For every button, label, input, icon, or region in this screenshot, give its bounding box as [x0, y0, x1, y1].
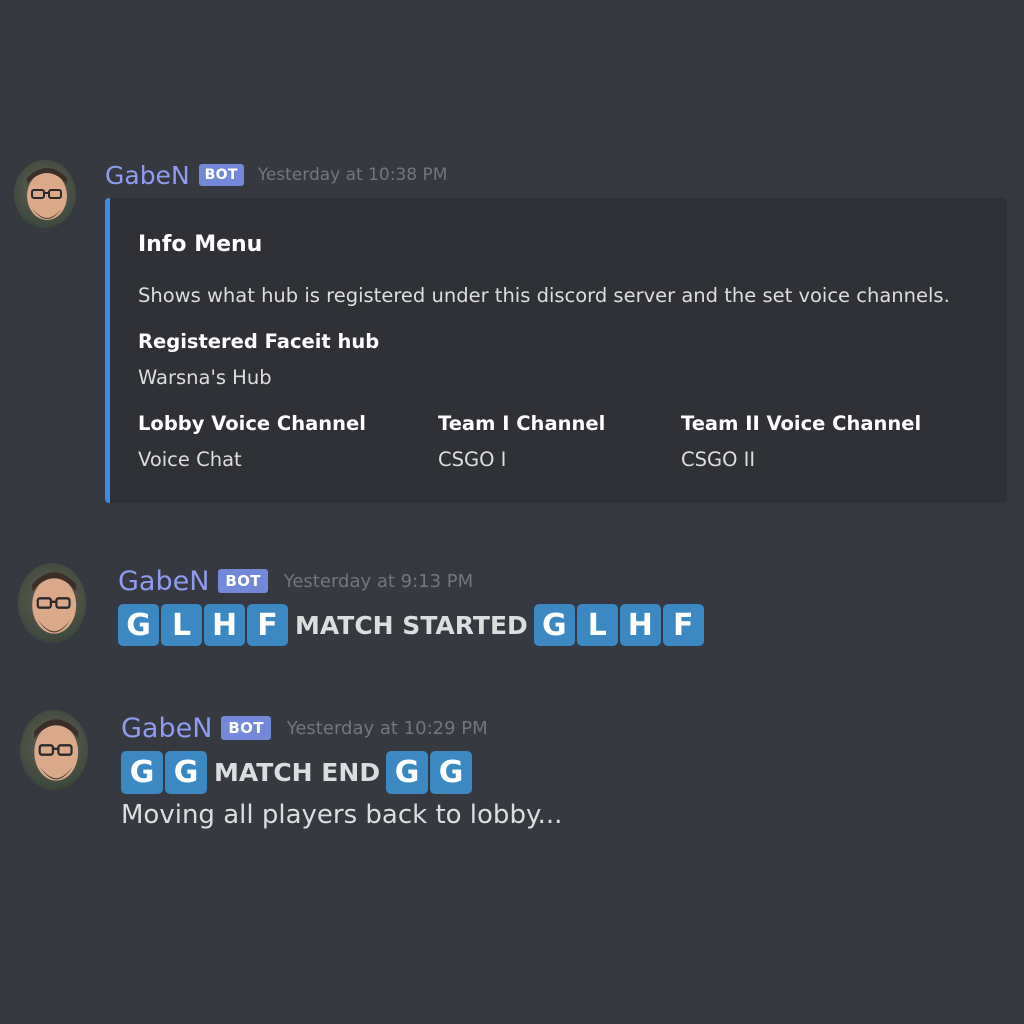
field-value-team-1: CSGO I [438, 448, 507, 471]
match-end-line: G G MATCH END G G [121, 750, 474, 794]
embed-title: Info Menu [138, 232, 263, 257]
avatar-face-icon [32, 572, 77, 634]
field-name-registered-hub: Registered Faceit hub [138, 330, 380, 353]
info-embed: Info Menu Shows what hub is registered u… [105, 198, 1007, 503]
username[interactable]: GabeN [105, 161, 190, 190]
user-avatar[interactable] [20, 710, 88, 790]
match-started-text: MATCH STARTED [295, 610, 528, 640]
bot-tag: BOT [218, 569, 268, 593]
regional-indicator-g-tile: G [121, 750, 163, 794]
regional-indicator-h-tile: H [619, 604, 661, 646]
timestamp: Yesterday at 9:13 PM [283, 570, 474, 592]
match-started-line: G L H F MATCH STARTED G L H F [118, 604, 706, 646]
avatar-face-icon [34, 719, 79, 781]
field-value-registered-hub: Warsna's Hub [138, 366, 272, 389]
field-name-team-2: Team II Voice Channel [681, 412, 922, 435]
bot-tag: BOT [221, 716, 271, 740]
regional-indicator-f-tile: F [662, 604, 704, 646]
embed-description: Shows what hub is registered under this … [138, 284, 950, 307]
avatar-face-icon [27, 168, 67, 220]
field-value-lobby-voice: Voice Chat [138, 448, 242, 471]
bot-tag: BOT [198, 164, 244, 186]
timestamp: Yesterday at 10:29 PM [286, 717, 488, 739]
field-name-team-1: Team I Channel [438, 412, 606, 435]
regional-indicator-g-tile: G [118, 604, 159, 646]
moving-players-text: Moving all players back to lobby... [121, 800, 563, 830]
user-avatar[interactable] [18, 563, 86, 643]
regional-indicator-g-tile: G [533, 604, 575, 646]
regional-indicator-l-tile: L [576, 604, 618, 646]
regional-indicator-g-tile: G [165, 750, 207, 794]
username[interactable]: GabeN [118, 566, 209, 597]
match-end-text: MATCH END [214, 757, 381, 787]
regional-indicator-l-tile: L [161, 604, 202, 646]
timestamp: Yesterday at 10:38 PM [257, 165, 448, 185]
user-avatar[interactable] [14, 160, 76, 228]
regional-indicator-h-tile: H [204, 604, 245, 646]
regional-indicator-f-tile: F [247, 604, 288, 646]
field-name-lobby-voice: Lobby Voice Channel [138, 412, 366, 435]
regional-indicator-g-tile: G [386, 750, 429, 794]
regional-indicator-g-tile: G [430, 750, 473, 794]
field-value-team-2: CSGO II [681, 448, 756, 471]
username[interactable]: GabeN [121, 713, 212, 744]
